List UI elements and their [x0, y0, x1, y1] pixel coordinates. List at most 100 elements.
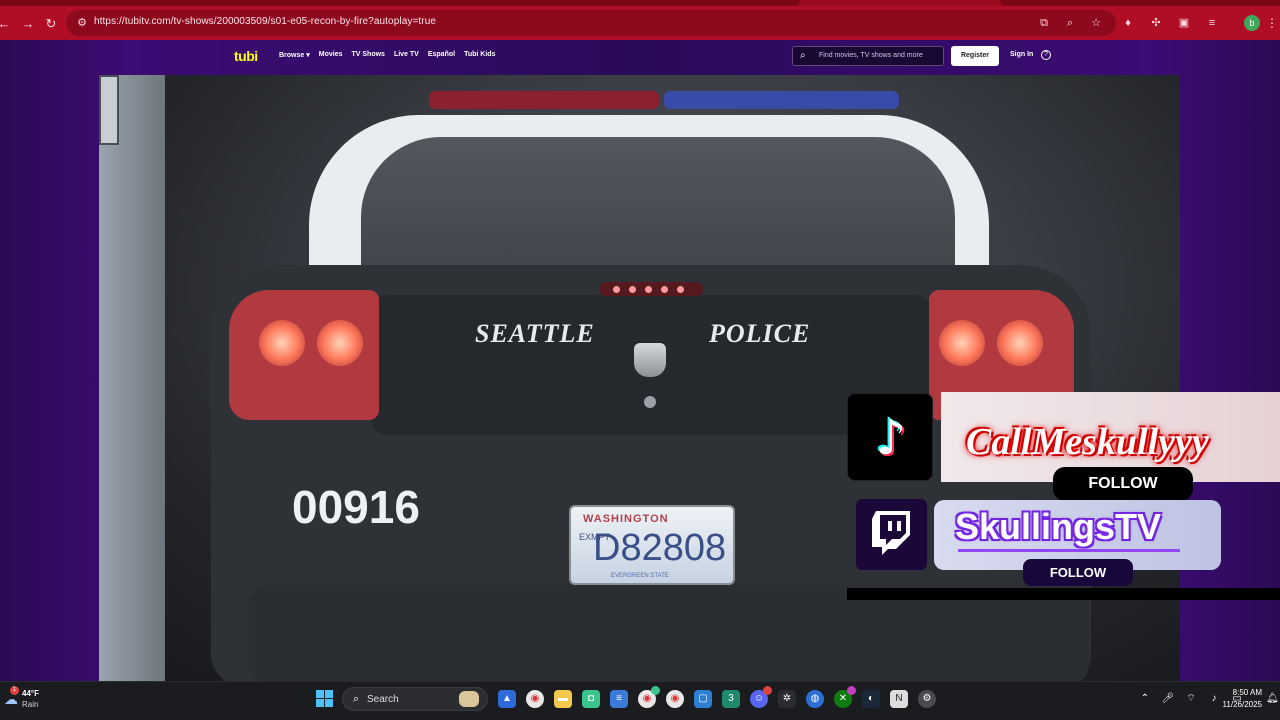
notepad-icon[interactable]: N — [890, 690, 908, 708]
tubi-search-input[interactable]: ⌕ Find movies, TV shows and more — [792, 46, 944, 66]
tail-lamp — [259, 320, 305, 366]
site-info-icon[interactable]: ⚙ — [74, 15, 90, 31]
clock-time[interactable]: 8:50 AM — [1220, 688, 1262, 697]
trunk-lock — [644, 396, 656, 408]
twitch-follow-button: FOLLOW — [1023, 559, 1133, 586]
windows-logo-icon — [325, 699, 333, 707]
nav-live-tv[interactable]: Live TV — [394, 51, 419, 59]
nav-tv-shows[interactable]: TV Shows — [351, 51, 384, 59]
garage-door-frame — [99, 75, 165, 681]
nav-browse[interactable]: Browse ▾ — [279, 51, 310, 59]
address-bar[interactable]: ⚙ https://tubitv.com/tv-shows/200003509/… — [66, 10, 1116, 36]
zoom-icon[interactable]: ⌕ — [1062, 15, 1078, 31]
notes-app-icon[interactable]: ≡ — [610, 690, 628, 708]
nav-espanol[interactable]: Español — [428, 51, 455, 59]
extension-icon[interactable]: ♦ — [1120, 15, 1136, 31]
media-controls-icon[interactable]: ≡ — [1204, 15, 1220, 31]
tiktok-username: CallMeskullyyy — [966, 421, 1209, 463]
gear-icon[interactable]: ⚙ — [918, 690, 936, 708]
file-explorer-icon[interactable]: ▬ — [554, 690, 572, 708]
weather-description[interactable]: Rain — [22, 700, 38, 709]
steam-icon[interactable]: ◐ — [862, 690, 880, 708]
twitch-logo-box — [856, 499, 927, 570]
app-badge — [763, 686, 772, 695]
browser-app-icon[interactable]: ◍ — [806, 690, 824, 708]
chrome-alt-icon[interactable]: ◉ — [666, 690, 684, 708]
start-button[interactable] — [316, 690, 334, 708]
windows-logo-icon — [316, 699, 324, 707]
window-app-icon[interactable]: ▢ — [694, 690, 712, 708]
android-app-icon[interactable]: ◘ — [582, 690, 600, 708]
weather-alert-badge: 1 — [10, 686, 19, 695]
app-3-icon[interactable]: 3 — [722, 690, 740, 708]
nav-tubi-kids[interactable]: Tubi Kids — [464, 51, 495, 59]
plate-slogan: EVERGREEN STATE — [611, 573, 669, 579]
sign-in-link[interactable]: Sign In — [1010, 51, 1033, 58]
tail-lamp — [997, 320, 1043, 366]
xbox-icon[interactable]: ✕ — [834, 686, 856, 708]
settings-gear-icon[interactable]: ✲ — [778, 690, 796, 708]
app-badge — [847, 686, 856, 695]
brake-dot — [645, 286, 652, 293]
windows-taskbar: ☁ 1 44°F Rain ⌕ Search ▲ ◉ ▬ ◘ ≡ ◉ ◉ ▢ 3… — [0, 681, 1280, 720]
tubi-logo[interactable]: tubi — [234, 48, 258, 64]
car-unit-number: 00916 — [292, 481, 420, 533]
brake-dot — [661, 286, 668, 293]
weather-temperature[interactable]: 44°F — [22, 689, 39, 698]
license-plate: WASHINGTON EXMPT D82808 EVERGREEN STATE — [569, 505, 735, 585]
overlay-bar — [847, 588, 1280, 600]
chrome-icon[interactable]: ◉ — [526, 690, 544, 708]
lightbar-red — [429, 91, 659, 109]
twitch-username: SkullingsTV — [955, 506, 1162, 547]
bookmark-star-icon[interactable]: ☆ — [1088, 15, 1104, 31]
photos-app-icon[interactable]: ▲ — [498, 690, 516, 708]
tail-light-left — [229, 290, 379, 420]
tubi-header: tubi Browse ▾ Movies TV Shows Live TV Es… — [0, 40, 1280, 72]
app-badge — [651, 686, 660, 695]
lightbar-blue — [664, 91, 899, 109]
register-button[interactable]: Register — [951, 46, 999, 66]
side-panel-icon[interactable]: ▣ — [1176, 15, 1192, 31]
notification-bell-icon[interactable]: 🔔︎ — [1266, 693, 1279, 705]
garage-rail — [99, 75, 119, 145]
tiktok-logo-box: ♪ — [847, 393, 933, 481]
tail-lamp — [317, 320, 363, 366]
tail-lamp — [939, 320, 985, 366]
chrome-profile-icon[interactable]: ◉ — [638, 686, 660, 708]
install-app-icon[interactable]: ⧉ — [1036, 15, 1052, 31]
search-placeholder: Find movies, TV shows and more — [819, 52, 923, 59]
taskbar-apps: ▲ ◉ ▬ ◘ ≡ ◉ ◉ ▢ 3 ☺ ✲ ◍ ✕ ◐ N ⚙ — [498, 686, 936, 708]
plate-state: WASHINGTON — [583, 513, 669, 525]
help-icon[interactable]: ? — [1041, 50, 1051, 60]
microphone-icon[interactable]: 🎤︎ — [1161, 692, 1175, 706]
brake-dot — [629, 286, 636, 293]
nav-movies[interactable]: Movies — [319, 51, 343, 59]
search-icon: ⌕ — [353, 693, 360, 705]
discord-icon[interactable]: ☺ — [750, 686, 772, 708]
chevron-up-icon[interactable]: ⌃ — [1138, 692, 1152, 706]
brake-light — [599, 282, 703, 296]
reload-icon[interactable]: ↻ — [43, 16, 59, 32]
car-lettering-police: POLICE — [709, 319, 811, 348]
url-text[interactable]: https://tubitv.com/tv-shows/200003509/s0… — [94, 16, 436, 27]
forward-icon[interactable]: → — [20, 16, 36, 32]
tiktok-follow-button: FOLLOW — [1053, 467, 1193, 501]
brake-dot — [677, 286, 684, 293]
twitch-icon — [872, 511, 910, 555]
windows-logo-icon — [316, 690, 324, 698]
clock-date[interactable]: 11/26/2025 — [1212, 700, 1262, 709]
car-lettering-seattle: SEATTLE — [475, 319, 595, 348]
tiktok-icon: ♪ — [875, 410, 907, 466]
wifi-icon[interactable]: ⌔ — [1184, 692, 1198, 706]
taskbar-search[interactable]: ⌕ Search — [342, 687, 488, 711]
plate-side-text: EXMPT — [579, 532, 611, 542]
dodge-ram-logo — [634, 343, 666, 377]
windows-logo-icon — [325, 690, 333, 698]
browser-menu-icon[interactable]: ⋮ — [1266, 15, 1278, 31]
back-icon[interactable]: ← — [0, 16, 12, 32]
extensions-puzzle-icon[interactable]: ✣ — [1148, 15, 1164, 31]
profile-avatar[interactable]: b — [1244, 15, 1260, 31]
address-row: ← → ↻ ⚙ https://tubitv.com/tv-shows/2000… — [0, 6, 1280, 40]
taskbar-search-label: Search — [367, 694, 399, 705]
brake-dot — [613, 286, 620, 293]
